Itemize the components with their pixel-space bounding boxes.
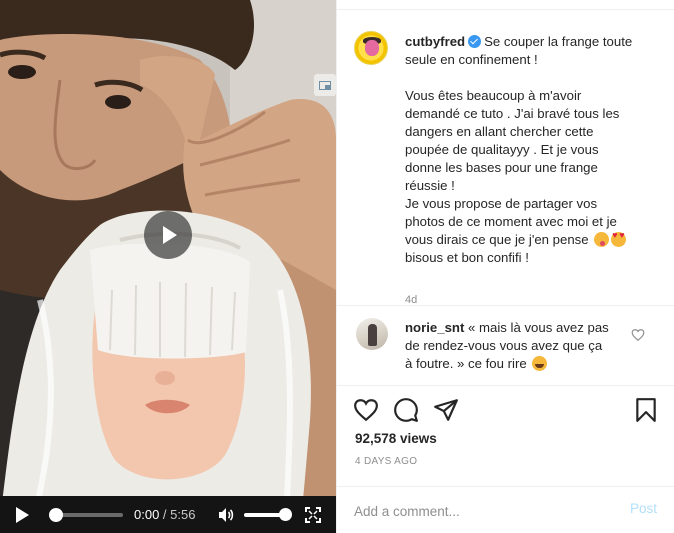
- time-display: 0:00 / 5:56: [134, 507, 195, 522]
- video-player[interactable]: 0:00 / 5:56: [0, 0, 336, 533]
- panel-top-border: [337, 0, 674, 10]
- posted-date[interactable]: 4 DAYS AGO: [355, 456, 417, 467]
- heart-eyes-emoji: [611, 231, 627, 247]
- tears-of-joy-emoji: [532, 356, 548, 371]
- comment-like-heart-icon[interactable]: [631, 328, 645, 342]
- comment-item: norie_snt « mais là vous avez pas de ren…: [337, 305, 674, 385]
- save-bookmark-icon[interactable]: [633, 397, 659, 423]
- caption-line: Vous êtes beaucoup à m'avoir: [405, 88, 582, 103]
- author-username[interactable]: cutbyfred: [405, 34, 465, 49]
- play-icon: [163, 226, 177, 244]
- commenter-username[interactable]: norie_snt: [405, 320, 464, 335]
- caption-line: dangers en allant chercher cette: [405, 124, 594, 139]
- seek-handle[interactable]: [49, 508, 63, 522]
- view-count[interactable]: 92,578 views: [355, 431, 437, 446]
- caption-line: poupée de qualitayyy . Et je vous: [405, 142, 599, 157]
- volume-icon[interactable]: [217, 506, 235, 524]
- caption-line: vous dirais ce que je j'en pense: [405, 232, 589, 247]
- time-separator: /: [159, 507, 171, 522]
- volume-handle[interactable]: [279, 508, 292, 521]
- caption-line: Se couper la frange toute: [484, 34, 633, 49]
- video-controls-bar: 0:00 / 5:56: [0, 496, 336, 533]
- caption-text: cutbyfred Se couper la frange toute seule…: [405, 33, 663, 267]
- caption-line: seule en confinement !: [405, 52, 538, 67]
- add-comment-input[interactable]: [354, 500, 604, 522]
- like-heart-icon[interactable]: [353, 397, 379, 423]
- caption-line: bisous et bon confifi !: [405, 250, 529, 265]
- video-frame: [0, 0, 336, 533]
- picture-in-picture-button[interactable]: [314, 74, 336, 96]
- caption-line: photos de ce moment avec moi et je: [405, 214, 617, 229]
- post-side-panel: cutbyfred Se couper la frange toute seule…: [336, 0, 674, 533]
- comment-line: « mais là vous avez pas: [468, 320, 609, 335]
- comment-bubble-icon[interactable]: [393, 397, 419, 423]
- play-button[interactable]: [16, 507, 29, 523]
- face-savoring-food-emoji: [594, 232, 610, 247]
- comment-line: de rendez-vous vous avez que ça: [405, 338, 603, 353]
- caption-line: réussie !: [405, 178, 455, 193]
- post-actions: 92,578 views 4 DAYS AGO: [337, 385, 674, 485]
- caption-line: Je vous propose de partager vos: [405, 196, 598, 211]
- comment-text: norie_snt « mais là vous avez pas de ren…: [405, 319, 635, 373]
- avatar-figure: [368, 324, 377, 346]
- caption-line: demandé ce tuto . J'ai bravé tous les: [405, 106, 620, 121]
- caption-block: cutbyfred Se couper la frange toute seule…: [337, 11, 674, 306]
- duration: 5:56: [170, 507, 196, 522]
- avatar-face: [365, 40, 379, 56]
- volume-slider[interactable]: [244, 513, 284, 517]
- current-time: 0:00: [134, 507, 160, 522]
- commenter-avatar[interactable]: [356, 318, 388, 350]
- picture-in-picture-icon: [319, 80, 331, 90]
- author-avatar[interactable]: [354, 31, 388, 65]
- caption-line: donne les bases pour une frange: [405, 160, 598, 175]
- comment-line: à foutre. » ce fou rire: [405, 356, 527, 371]
- verified-badge-icon: [468, 35, 482, 48]
- play-overlay-button[interactable]: [144, 211, 192, 259]
- add-comment-bar: Post: [337, 486, 674, 533]
- share-paper-plane-icon[interactable]: [433, 397, 459, 423]
- post-comment-button[interactable]: Post: [630, 501, 657, 516]
- fullscreen-icon[interactable]: [305, 507, 321, 523]
